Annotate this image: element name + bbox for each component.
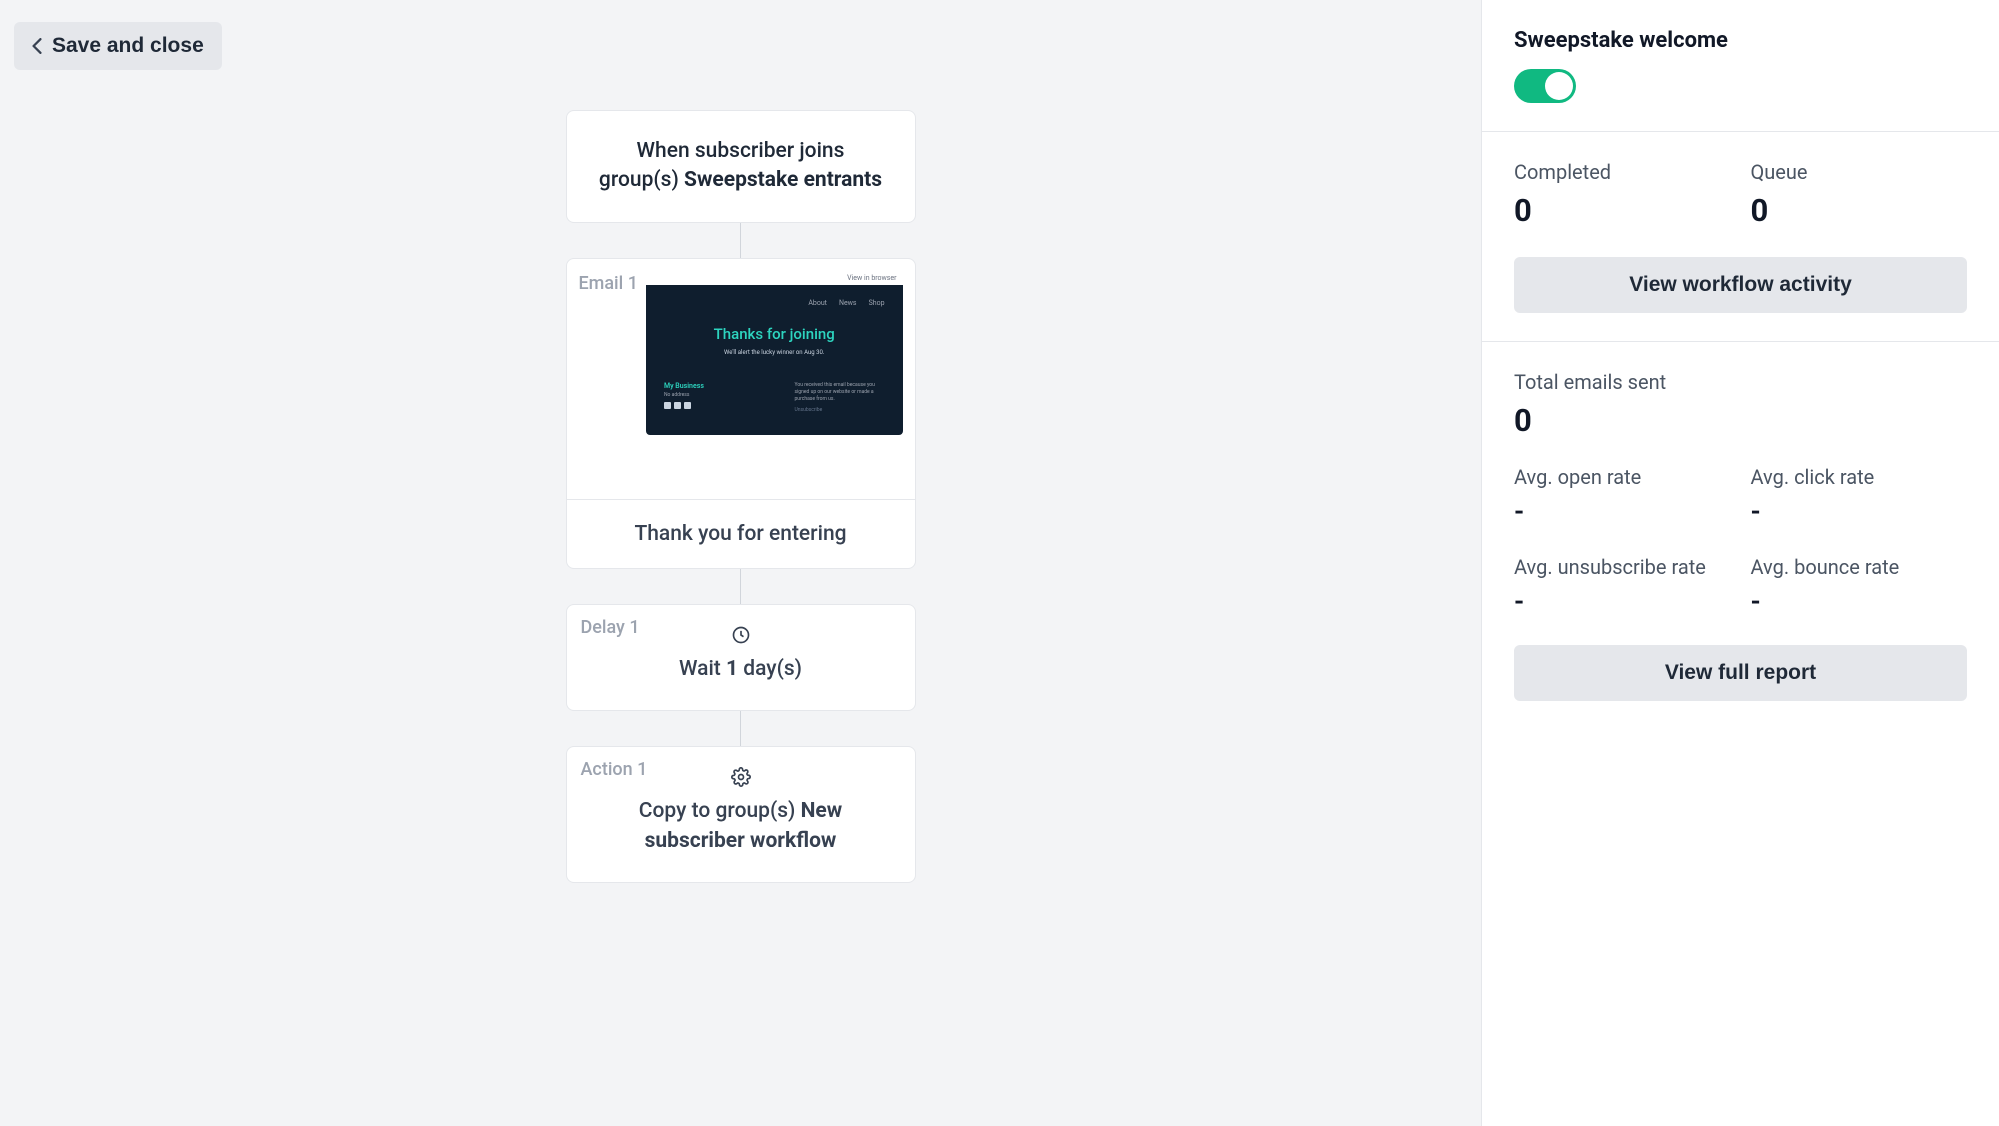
stat-open-rate-value: - (1514, 497, 1731, 527)
toggle-knob (1545, 72, 1573, 100)
email-subject-caption: Thank you for entering (567, 500, 915, 568)
workflow-enabled-toggle[interactable] (1514, 69, 1576, 103)
email-preview-thumbnail: View in browser About News Shop Thanks f… (646, 271, 903, 435)
delay-step-label: Delay 1 (581, 617, 640, 638)
view-workflow-activity-button[interactable]: View workflow activity (1514, 257, 1967, 313)
email-preview-brand: My Business (664, 382, 704, 390)
delay-count: 1 (726, 657, 738, 681)
action-text: Copy to group(s) New subscriber workflow (587, 797, 895, 856)
email-preview-nav-item: News (839, 299, 857, 307)
email-preview-footer: My Business No address You received this… (664, 382, 885, 413)
workflow-title: Sweepstake welcome (1514, 28, 1967, 53)
stat-completed-label: Completed (1514, 160, 1731, 184)
email-preview-view-browser: View in browser (847, 274, 896, 282)
stat-queue-label: Queue (1751, 160, 1968, 184)
action-prefix: Copy to group(s) (639, 799, 801, 823)
delay-text: Wait 1 day(s) (587, 655, 895, 684)
stat-total-emails-label: Total emails sent (1514, 370, 1967, 394)
email-preview-nav-item: About (808, 299, 827, 307)
stat-bounce-rate: Avg. bounce rate - (1751, 555, 1968, 617)
delay-prefix: Wait (679, 657, 726, 681)
stat-total-emails: Total emails sent 0 (1514, 370, 1967, 439)
email-preview-nav: About News Shop (664, 299, 885, 307)
workflow-sidebar: Sweepstake welcome Completed 0 Queue 0 V… (1481, 0, 1999, 1126)
stat-click-rate-value: - (1751, 497, 1968, 527)
social-icon (674, 402, 681, 409)
activity-stats-grid: Completed 0 Queue 0 (1514, 160, 1967, 229)
workflow-canvas[interactable]: When subscriber joins group(s) Sweepstak… (0, 0, 1481, 943)
sidebar-header-section: Sweepstake welcome (1482, 0, 1999, 132)
email-node[interactable]: Email 1 View in browser About News Shop … (566, 258, 916, 569)
rates-stats-grid: Avg. open rate - Avg. click rate - Avg. … (1514, 465, 1967, 617)
delay-suffix: day(s) (738, 657, 802, 681)
email-preview-disclaimer: You received this email because you sign… (795, 382, 885, 403)
connector-line (740, 569, 741, 604)
stat-completed-value: 0 (1514, 192, 1731, 229)
stat-open-rate: Avg. open rate - (1514, 465, 1731, 527)
stat-unsubscribe-rate-label: Avg. unsubscribe rate (1514, 555, 1731, 579)
email-preview-header: View in browser (646, 271, 903, 285)
stat-queue: Queue 0 (1751, 160, 1968, 229)
trigger-node[interactable]: When subscriber joins group(s) Sweepstak… (566, 110, 916, 223)
sidebar-report-section: Total emails sent 0 Avg. open rate - Avg… (1482, 342, 1999, 729)
social-icon (664, 402, 671, 409)
email-preview-disclaimer-block: You received this email because you sign… (795, 382, 885, 413)
stat-click-rate-label: Avg. click rate (1751, 465, 1968, 489)
trigger-group-name: Sweepstake entrants (684, 168, 882, 192)
stat-unsubscribe-rate-value: - (1514, 587, 1731, 617)
email-preview-subtitle: We'll alert the lucky winner on Aug 30. (664, 349, 885, 356)
email-node-top: Email 1 View in browser About News Shop … (567, 259, 915, 499)
chevron-left-icon (32, 38, 42, 54)
stat-completed: Completed 0 (1514, 160, 1731, 229)
email-preview-brand-block: My Business No address (664, 382, 704, 409)
email-preview-nav-item: Shop (869, 299, 885, 307)
email-preview-social-icons (664, 402, 704, 409)
email-preview-unsubscribe: Unsubscribe (795, 407, 885, 413)
sidebar-activity-section: Completed 0 Queue 0 View workflow activi… (1482, 132, 1999, 342)
social-icon (684, 402, 691, 409)
view-full-report-button[interactable]: View full report (1514, 645, 1967, 701)
email-preview-body: About News Shop Thanks for joining We'll… (646, 285, 903, 435)
action-step-label: Action 1 (581, 759, 648, 780)
stat-total-emails-value: 0 (1514, 402, 1967, 439)
stat-queue-value: 0 (1751, 192, 1968, 229)
stat-click-rate: Avg. click rate - (1751, 465, 1968, 527)
stat-open-rate-label: Avg. open rate (1514, 465, 1731, 489)
email-preview-address: No address (664, 392, 704, 398)
workflow-canvas-area: Save and close When subscriber joins gro… (0, 0, 1481, 1126)
stat-bounce-rate-value: - (1751, 587, 1968, 617)
save-and-close-label: Save and close (52, 34, 204, 58)
stat-bounce-rate-label: Avg. bounce rate (1751, 555, 1968, 579)
delay-node[interactable]: Delay 1 Wait 1 day(s) (566, 604, 916, 711)
connector-line (740, 711, 741, 746)
stat-unsubscribe-rate: Avg. unsubscribe rate - (1514, 555, 1731, 617)
connector-line (740, 223, 741, 258)
action-node[interactable]: Action 1 Copy to group(s) New subscriber… (566, 746, 916, 883)
email-step-label: Email 1 (579, 271, 638, 294)
save-and-close-button[interactable]: Save and close (14, 22, 222, 70)
email-preview-title: Thanks for joining (664, 325, 885, 343)
